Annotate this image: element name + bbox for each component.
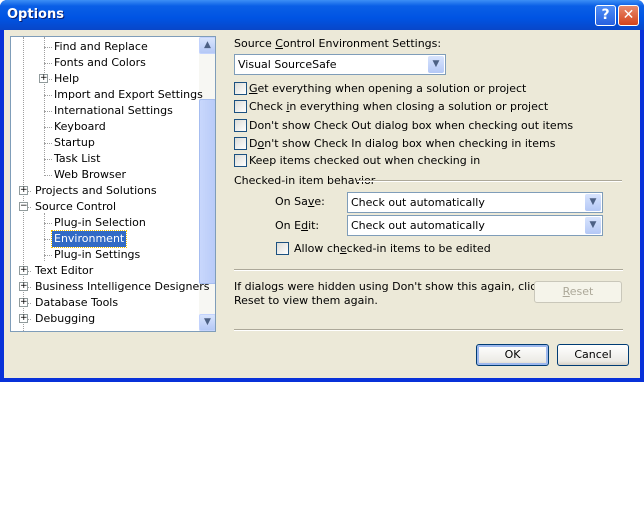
scroll-thumb[interactable] xyxy=(199,99,215,284)
on-save-select[interactable]: Check out automatically ▼ xyxy=(347,192,603,213)
scroll-down-button[interactable]: ▼ xyxy=(199,314,215,331)
reset-button[interactable]: Reset xyxy=(534,281,622,303)
tree-connector xyxy=(44,175,52,176)
expand-icon[interactable]: + xyxy=(19,186,28,195)
tree-item[interactable]: Fonts and Colors xyxy=(52,55,148,71)
tree-connector xyxy=(44,37,45,173)
tree-connector xyxy=(44,95,52,96)
option-checkbox-label[interactable]: Check in everything when closing a solut… xyxy=(249,100,548,113)
tree-item[interactable]: Business Intelligence Designers xyxy=(33,279,212,295)
tree-item[interactable]: Text Editor xyxy=(33,263,95,279)
chevron-down-icon[interactable]: ▼ xyxy=(585,217,601,234)
cancel-button[interactable]: Cancel xyxy=(557,344,629,366)
env-settings-label: Source Control Environment Settings: xyxy=(234,37,442,50)
close-button[interactable]: ✕ xyxy=(618,5,639,26)
ok-button[interactable]: OK xyxy=(476,344,549,366)
tree-item[interactable]: International Settings xyxy=(52,103,175,119)
option-checkbox-label[interactable]: Keep items checked out when checking in xyxy=(249,154,480,167)
tree-connector xyxy=(44,63,52,64)
chevron-down-icon[interactable]: ▼ xyxy=(585,194,601,211)
divider xyxy=(234,269,623,271)
allow-edit-label[interactable]: Allow checked-in items to be edited xyxy=(294,242,491,255)
expand-icon[interactable]: + xyxy=(19,266,28,275)
tree-item[interactable]: Database Tools xyxy=(33,295,120,311)
option-checkbox-label[interactable]: Don't show Check In dialog box when chec… xyxy=(249,137,555,150)
option-checkbox[interactable] xyxy=(234,100,247,113)
window-title: Options xyxy=(7,7,64,22)
tree-item[interactable]: Plug-in Selection xyxy=(52,215,148,231)
tree-item[interactable]: Help xyxy=(52,71,81,87)
tree-connector xyxy=(44,143,52,144)
reset-note-line-1: If dialogs were hidden using Don't show … xyxy=(234,280,543,293)
tree-item[interactable]: Web Browser xyxy=(52,167,128,183)
dialog-client: ▲ ▼ Find and Replace Fonts and Colors + Hel… xyxy=(4,30,640,378)
tree-connector xyxy=(44,127,52,128)
tree-connector xyxy=(44,223,52,224)
help-button[interactable]: ? xyxy=(595,5,616,26)
tree-item[interactable]: Projects and Solutions xyxy=(33,183,159,199)
on-edit-label: On Edit: xyxy=(275,219,320,232)
title-bar[interactable]: Options ? ✕ xyxy=(0,0,644,30)
on-edit-select[interactable]: Check out automatically ▼ xyxy=(347,215,603,236)
expand-icon[interactable]: + xyxy=(19,298,28,307)
tree-connector xyxy=(44,159,52,160)
option-checkbox-label[interactable]: Get everything when opening a solution o… xyxy=(249,82,526,95)
tree-item[interactable]: Startup xyxy=(52,135,97,151)
tree-item[interactable]: Find and Replace xyxy=(52,39,150,55)
allow-edit-checkbox[interactable] xyxy=(276,242,289,255)
tree-item[interactable]: Environment xyxy=(50,230,128,248)
source-control-plugin-select[interactable]: Visual SourceSafe ▼ xyxy=(234,54,446,75)
tree-item[interactable]: Task List xyxy=(52,151,102,167)
divider xyxy=(234,329,623,331)
tree-connector xyxy=(44,213,45,261)
option-checkbox[interactable] xyxy=(234,137,247,150)
tree-connector xyxy=(44,239,52,240)
reset-note-line-2: Reset to view them again. xyxy=(234,294,378,307)
group-label: Checked-in item behavior xyxy=(234,174,376,187)
tree-connector xyxy=(44,47,52,48)
collapse-icon[interactable]: − xyxy=(19,202,28,211)
tree-item[interactable]: Plug-in Settings xyxy=(52,247,142,263)
tree-item[interactable]: Import and Export Settings xyxy=(52,87,205,103)
select-value: Check out automatically xyxy=(351,196,485,209)
chevron-down-icon[interactable]: ▼ xyxy=(428,56,444,73)
select-value: Visual SourceSafe xyxy=(238,58,337,71)
option-checkbox[interactable] xyxy=(234,82,247,95)
tree-item[interactable]: Keyboard xyxy=(52,119,108,135)
expand-icon[interactable]: + xyxy=(39,74,48,83)
option-checkbox[interactable] xyxy=(234,119,247,132)
options-dialog: Options ? ✕ ▲ ▼ Find and Replace Fonts an… xyxy=(0,0,644,382)
expand-icon[interactable]: + xyxy=(19,314,28,323)
tree-connector xyxy=(44,255,52,256)
option-checkbox-label[interactable]: Don't show Check Out dialog box when che… xyxy=(249,119,573,132)
tree-item[interactable]: Source Control xyxy=(33,199,118,215)
group-divider xyxy=(357,180,622,182)
option-checkbox[interactable] xyxy=(234,154,247,167)
scroll-up-button[interactable]: ▲ xyxy=(199,37,215,54)
tree-item[interactable]: Debugging xyxy=(33,311,97,327)
options-tree[interactable]: ▲ ▼ Find and Replace Fonts and Colors + Hel… xyxy=(10,36,216,332)
expand-icon[interactable]: + xyxy=(19,282,28,291)
select-value: Check out automatically xyxy=(351,219,485,232)
tree-connector xyxy=(44,111,52,112)
on-save-label: On Save: xyxy=(275,195,325,208)
